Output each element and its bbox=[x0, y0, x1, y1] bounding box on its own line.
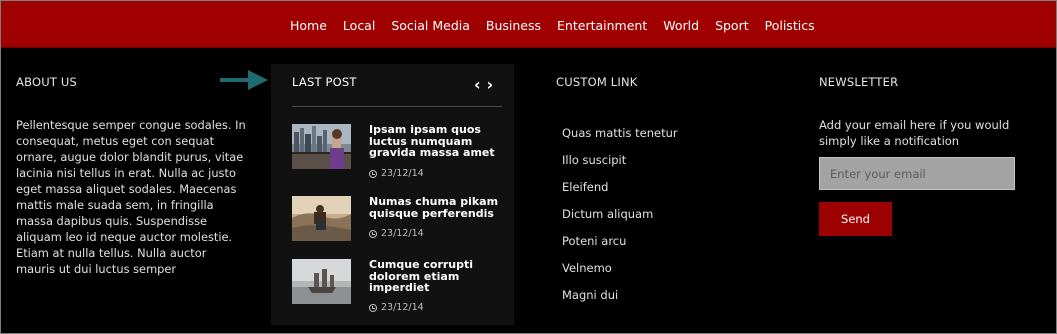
custom-link-item[interactable]: Magni dui bbox=[562, 288, 618, 302]
about-us-title: ABOUT US bbox=[16, 75, 78, 89]
clock-icon bbox=[369, 303, 377, 312]
post-thumbnail-city[interactable] bbox=[292, 124, 351, 169]
custom-link-list: Quas mattis tenetur Illo suscipit Eleife… bbox=[562, 122, 678, 311]
post-date: 23/12/14 bbox=[369, 168, 424, 179]
post-title-link[interactable]: Ipsam ipsam quos luctus numquam gravida … bbox=[369, 124, 504, 159]
post-title-link[interactable]: Numas chuma pikam quisque perferendis bbox=[369, 196, 504, 219]
newsletter-email-input[interactable] bbox=[819, 157, 1015, 190]
custom-link-item[interactable]: Poteni arcu bbox=[562, 234, 626, 248]
nav-item-polistics[interactable]: Polistics bbox=[765, 18, 815, 33]
newsletter-send-button[interactable]: Send bbox=[819, 202, 892, 236]
nav-menu: Home Local Social Media Business Enterta… bbox=[290, 15, 831, 34]
about-us-text: Pellentesque semper congue sodales. In c… bbox=[16, 118, 246, 276]
clock-icon bbox=[369, 229, 377, 238]
post-title-link[interactable]: Cumque corrupti dolorem etiam imperdiet bbox=[369, 259, 504, 294]
arrow-right-icon bbox=[220, 70, 268, 90]
nav-item-social-media[interactable]: Social Media bbox=[391, 18, 470, 33]
last-post-panel: LAST POST ‹ › Ipsam ipsam quos luctus nu… bbox=[271, 64, 514, 325]
divider bbox=[292, 106, 502, 107]
custom-link-item[interactable]: Velnemo bbox=[562, 261, 612, 275]
post-date-text: 23/12/14 bbox=[381, 228, 424, 239]
newsletter-title: NEWSLETTER bbox=[819, 75, 899, 89]
nav-item-business[interactable]: Business bbox=[486, 18, 541, 33]
post-thumbnail-ships[interactable] bbox=[292, 259, 351, 304]
chevron-right-icon[interactable]: › bbox=[487, 76, 494, 94]
custom-link-item[interactable]: Dictum aliquam bbox=[562, 207, 653, 221]
post-date: 23/12/14 bbox=[369, 228, 424, 239]
post-date-text: 23/12/14 bbox=[381, 302, 424, 313]
nav-item-entertainment[interactable]: Entertainment bbox=[557, 18, 647, 33]
last-post-title: LAST POST bbox=[292, 75, 357, 89]
post-item: Cumque corrupti dolorem etiam imperdiet … bbox=[292, 259, 507, 319]
post-item: Ipsam ipsam quos luctus numquam gravida … bbox=[292, 124, 507, 184]
custom-link-item[interactable]: Illo suscipit bbox=[562, 153, 626, 167]
post-thumbnail-photographer[interactable] bbox=[292, 196, 351, 241]
post-item: Numas chuma pikam quisque perferendis 23… bbox=[292, 196, 507, 256]
post-date: 23/12/14 bbox=[369, 302, 424, 313]
nav-item-local[interactable]: Local bbox=[343, 18, 375, 33]
custom-link-item[interactable]: Eleifend bbox=[562, 180, 608, 194]
nav-item-world[interactable]: World bbox=[663, 18, 699, 33]
top-navigation-bar: Home Local Social Media Business Enterta… bbox=[0, 0, 1057, 48]
nav-item-sport[interactable]: Sport bbox=[715, 18, 749, 33]
chevron-left-icon[interactable]: ‹ bbox=[474, 76, 481, 94]
clock-icon bbox=[369, 169, 377, 178]
newsletter-description: Add your email here if you would simply … bbox=[819, 118, 1010, 148]
post-date-text: 23/12/14 bbox=[381, 168, 424, 179]
custom-link-title: CUSTOM LINK bbox=[556, 75, 638, 89]
custom-link-item[interactable]: Quas mattis tenetur bbox=[562, 126, 678, 140]
last-post-pager: ‹ › bbox=[474, 76, 493, 94]
nav-item-home[interactable]: Home bbox=[290, 18, 327, 33]
